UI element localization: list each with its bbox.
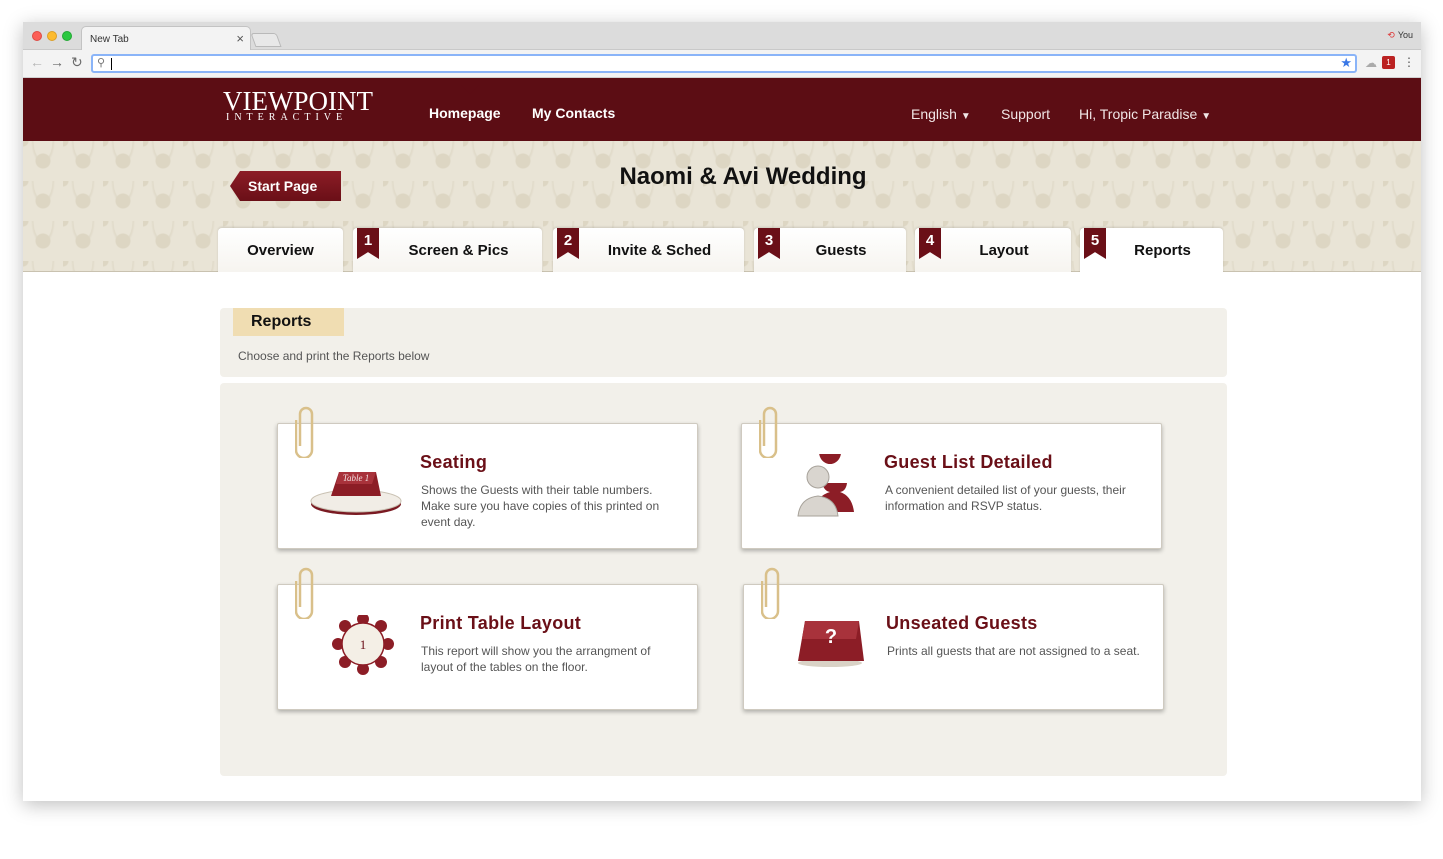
support-link[interactable]: Support bbox=[1001, 106, 1050, 122]
text-caret bbox=[111, 58, 112, 70]
report-title: Guest List Detailed bbox=[884, 452, 1053, 472]
tab-label: Guests bbox=[815, 242, 867, 259]
tab-label: Screen & Pics bbox=[408, 242, 509, 259]
back-icon[interactable]: ← bbox=[30, 54, 44, 70]
language-label: English bbox=[911, 106, 957, 122]
sync-icon: ⟲ bbox=[1387, 30, 1395, 40]
close-window-button[interactable] bbox=[32, 31, 42, 41]
report-description: A convenient detailed list of your guest… bbox=[885, 483, 1126, 513]
step-number-flag: 4 bbox=[919, 228, 941, 259]
chevron-down-icon: ▼ bbox=[960, 111, 971, 122]
browser-tab-title: New Tab bbox=[90, 34, 129, 45]
reports-header-panel: Reports Choose and print the Reports bel… bbox=[220, 308, 1227, 377]
question-mark-text: ? bbox=[825, 626, 837, 648]
reload-icon[interactable]: ↻ bbox=[71, 54, 83, 71]
new-tab-button[interactable] bbox=[250, 33, 282, 47]
search-icon: ⚲ bbox=[97, 57, 106, 69]
tab-overview[interactable]: Overview bbox=[218, 228, 343, 273]
report-title: Seating bbox=[420, 452, 488, 472]
paperclip-icon bbox=[761, 567, 780, 619]
profile-name: You bbox=[1397, 30, 1413, 40]
zoom-window-button[interactable] bbox=[62, 31, 72, 41]
step-number-flag: 2 bbox=[557, 228, 579, 259]
reports-description: Choose and print the Reports below bbox=[238, 349, 430, 363]
nav-homepage[interactable]: Homepage bbox=[429, 105, 501, 121]
minimize-window-button[interactable] bbox=[47, 31, 57, 41]
browser-tab[interactable]: New Tab × bbox=[81, 26, 251, 51]
paperclip-icon bbox=[295, 567, 314, 619]
bookmark-star-icon[interactable]: ★ bbox=[1340, 55, 1352, 71]
tab-screen-pics[interactable]: 1 Screen & Pics bbox=[353, 228, 542, 273]
guests-silhouette-icon bbox=[797, 454, 854, 517]
step-number-flag: 5 bbox=[1084, 228, 1106, 259]
nav-my-contacts[interactable]: My Contacts bbox=[532, 105, 615, 121]
tab-reports[interactable]: 5 Reports bbox=[1080, 228, 1223, 273]
event-title: Naomi & Avi Wedding bbox=[619, 163, 867, 190]
browser-tabstrip: New Tab × ⟲ You bbox=[23, 22, 1421, 51]
tab-label: Reports bbox=[1134, 242, 1191, 259]
active-nav-pointer bbox=[461, 85, 479, 94]
reports-section-label: Reports bbox=[233, 308, 344, 336]
reports-panel: Table 1 Seating Shows the Guests with th… bbox=[220, 383, 1227, 776]
report-card-unseated-guests[interactable]: ? Unseated Guests Prints all guests that… bbox=[743, 567, 1164, 710]
tab-layout[interactable]: 4 Layout bbox=[915, 228, 1071, 273]
paperclip-icon bbox=[759, 406, 778, 458]
table-card-icon: Table 1 bbox=[310, 472, 402, 515]
round-table-icon: 1 bbox=[332, 615, 394, 675]
profile-button[interactable]: ⟲ You bbox=[1387, 30, 1413, 41]
forward-icon[interactable]: → bbox=[50, 54, 64, 70]
report-card-seating[interactable]: Table 1 Seating Shows the Guests with th… bbox=[277, 406, 698, 549]
tab-label: Overview bbox=[247, 242, 314, 259]
tab-guests[interactable]: 3 Guests bbox=[754, 228, 906, 273]
extension-badge-icon[interactable]: 1 bbox=[1382, 56, 1395, 69]
language-selector[interactable]: English ▼ bbox=[911, 106, 971, 122]
browser-menu-icon[interactable]: ⋮ bbox=[1403, 55, 1415, 69]
site-header: VIEWPOINT INTERACTIVE Homepage My Contac… bbox=[23, 78, 1421, 141]
user-greeting: Hi, Tropic Paradise bbox=[1079, 106, 1198, 122]
browser-toolbar: ← → ↻ ⚲ ★ ☁ 1 ⋮ bbox=[23, 50, 1421, 78]
tab-label: Invite & Sched bbox=[607, 242, 712, 259]
tab-label: Layout bbox=[979, 242, 1029, 259]
browser-window: New Tab × ⟲ You ← → ↻ ⚲ ★ ☁ 1 ⋮ VIEWPOINT… bbox=[23, 22, 1421, 801]
user-menu[interactable]: Hi, Tropic Paradise ▼ bbox=[1079, 106, 1211, 122]
report-description: Prints all guests that are not assigned … bbox=[887, 644, 1140, 658]
logo-main-text: VIEWPOINT bbox=[223, 86, 373, 116]
reports-content: Reports Choose and print the Reports bel… bbox=[23, 272, 1421, 801]
tab-invite-sched[interactable]: 2 Invite & Sched bbox=[553, 228, 744, 273]
report-title: Print Table Layout bbox=[420, 613, 582, 633]
step-number-flag: 1 bbox=[357, 228, 379, 259]
table-card-text: Table 1 bbox=[343, 473, 369, 483]
report-title: Unseated Guests bbox=[886, 613, 1038, 633]
table-number-text: 1 bbox=[360, 637, 367, 652]
close-tab-icon[interactable]: × bbox=[236, 31, 244, 46]
question-card-icon: ? bbox=[798, 621, 864, 667]
report-card-print-table-layout[interactable]: 1 Print Table Layout This report will sh… bbox=[277, 567, 698, 710]
step-number-flag: 3 bbox=[758, 228, 780, 259]
address-bar[interactable]: ⚲ ★ bbox=[91, 54, 1357, 73]
paperclip-icon bbox=[295, 406, 314, 458]
extension-cloud-icon[interactable]: ☁ bbox=[1365, 56, 1377, 70]
report-description: This report will show you the arrangment… bbox=[421, 644, 651, 674]
report-description: Shows the Guests with their table number… bbox=[421, 483, 660, 529]
chevron-down-icon: ▼ bbox=[1201, 111, 1212, 122]
event-banner: Start Page Naomi & Avi Wedding Overview … bbox=[23, 141, 1421, 273]
report-card-guest-list-detailed[interactable]: Guest List Detailed A convenient detaile… bbox=[741, 406, 1162, 549]
viewpoint-logo[interactable]: VIEWPOINT INTERACTIVE bbox=[223, 86, 373, 124]
